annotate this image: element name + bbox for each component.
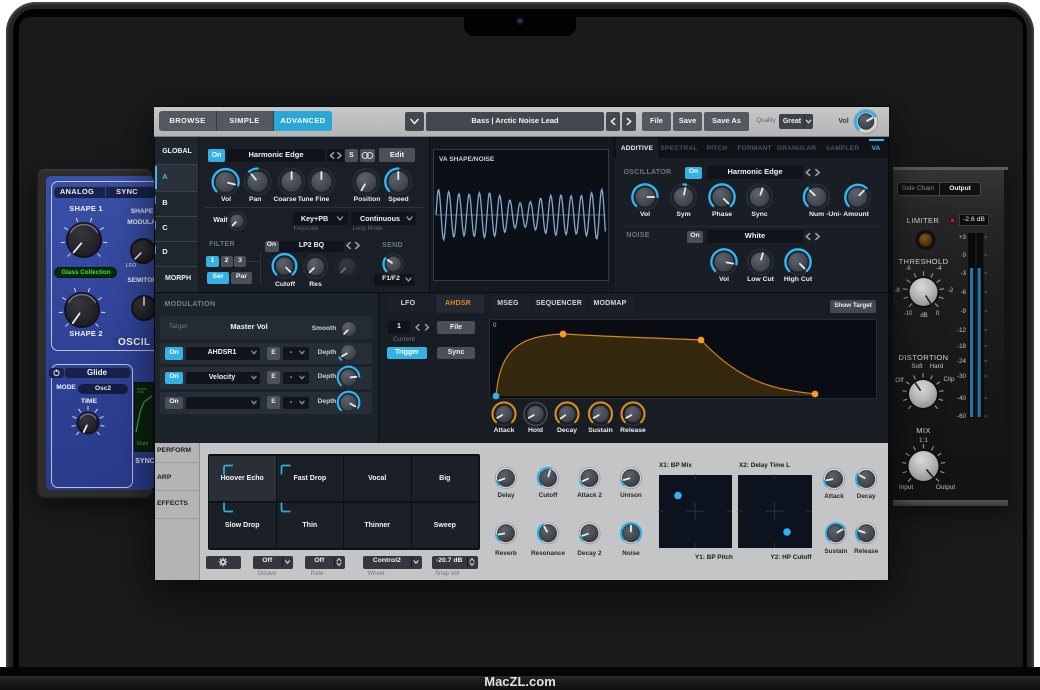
svg-text:-60: -60 (957, 413, 967, 420)
svg-text:-30: -30 (957, 373, 967, 380)
svg-text:-3: -3 (960, 270, 966, 277)
svg-text:-9: -9 (960, 308, 966, 315)
svg-text:-24: -24 (957, 358, 967, 365)
svg-text:-6: -6 (960, 289, 966, 296)
svg-text:0: 0 (963, 252, 967, 259)
svg-text:-18: -18 (957, 343, 967, 350)
svg-text:+3: +3 (959, 234, 967, 241)
svg-text:-40: -40 (957, 395, 967, 402)
svg-text:-12: -12 (957, 327, 967, 334)
